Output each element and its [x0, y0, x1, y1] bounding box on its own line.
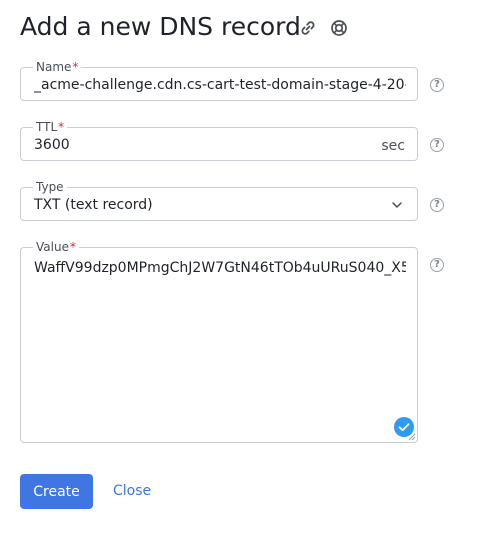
value-label: Value*	[33, 240, 79, 254]
name-input[interactable]: _acme-challenge.cdn.cs-cart-test-domain-…	[34, 76, 406, 94]
type-selected-value: TXT (text record)	[34, 197, 153, 213]
value-input[interactable]: WaffV99dzp0MPmgChJ2W7GtN46tTOb4uURuS040_…	[34, 259, 406, 277]
type-select[interactable]: Type TXT (text record)	[20, 180, 418, 221]
name-help-icon[interactable]: ?	[430, 78, 444, 92]
name-label: Name*	[33, 60, 82, 74]
lifebuoy-icon[interactable]	[330, 19, 348, 37]
type-label: Type	[33, 180, 67, 194]
create-button[interactable]: Create	[20, 474, 93, 509]
ttl-field[interactable]: TTL* 3600 sec	[20, 120, 418, 161]
name-field[interactable]: Name* _acme-challenge.cdn.cs-cart-test-d…	[20, 60, 418, 101]
ttl-unit: sec	[381, 138, 405, 154]
ttl-help-icon[interactable]: ?	[430, 138, 444, 152]
page-title: Add a new DNS record	[20, 12, 301, 41]
chevron-down-icon	[392, 202, 402, 208]
value-textarea[interactable]: Value* WaffV99dzp0MPmgChJ2W7GtN46tTOb4uU…	[20, 240, 418, 443]
ttl-label: TTL*	[33, 120, 68, 134]
ttl-input[interactable]: 3600	[34, 136, 70, 154]
value-help-icon[interactable]: ?	[430, 258, 444, 272]
close-link[interactable]: Close	[113, 483, 151, 499]
link-icon[interactable]	[299, 19, 317, 37]
type-help-icon[interactable]: ?	[430, 198, 444, 212]
resize-handle-icon[interactable]	[408, 433, 416, 441]
